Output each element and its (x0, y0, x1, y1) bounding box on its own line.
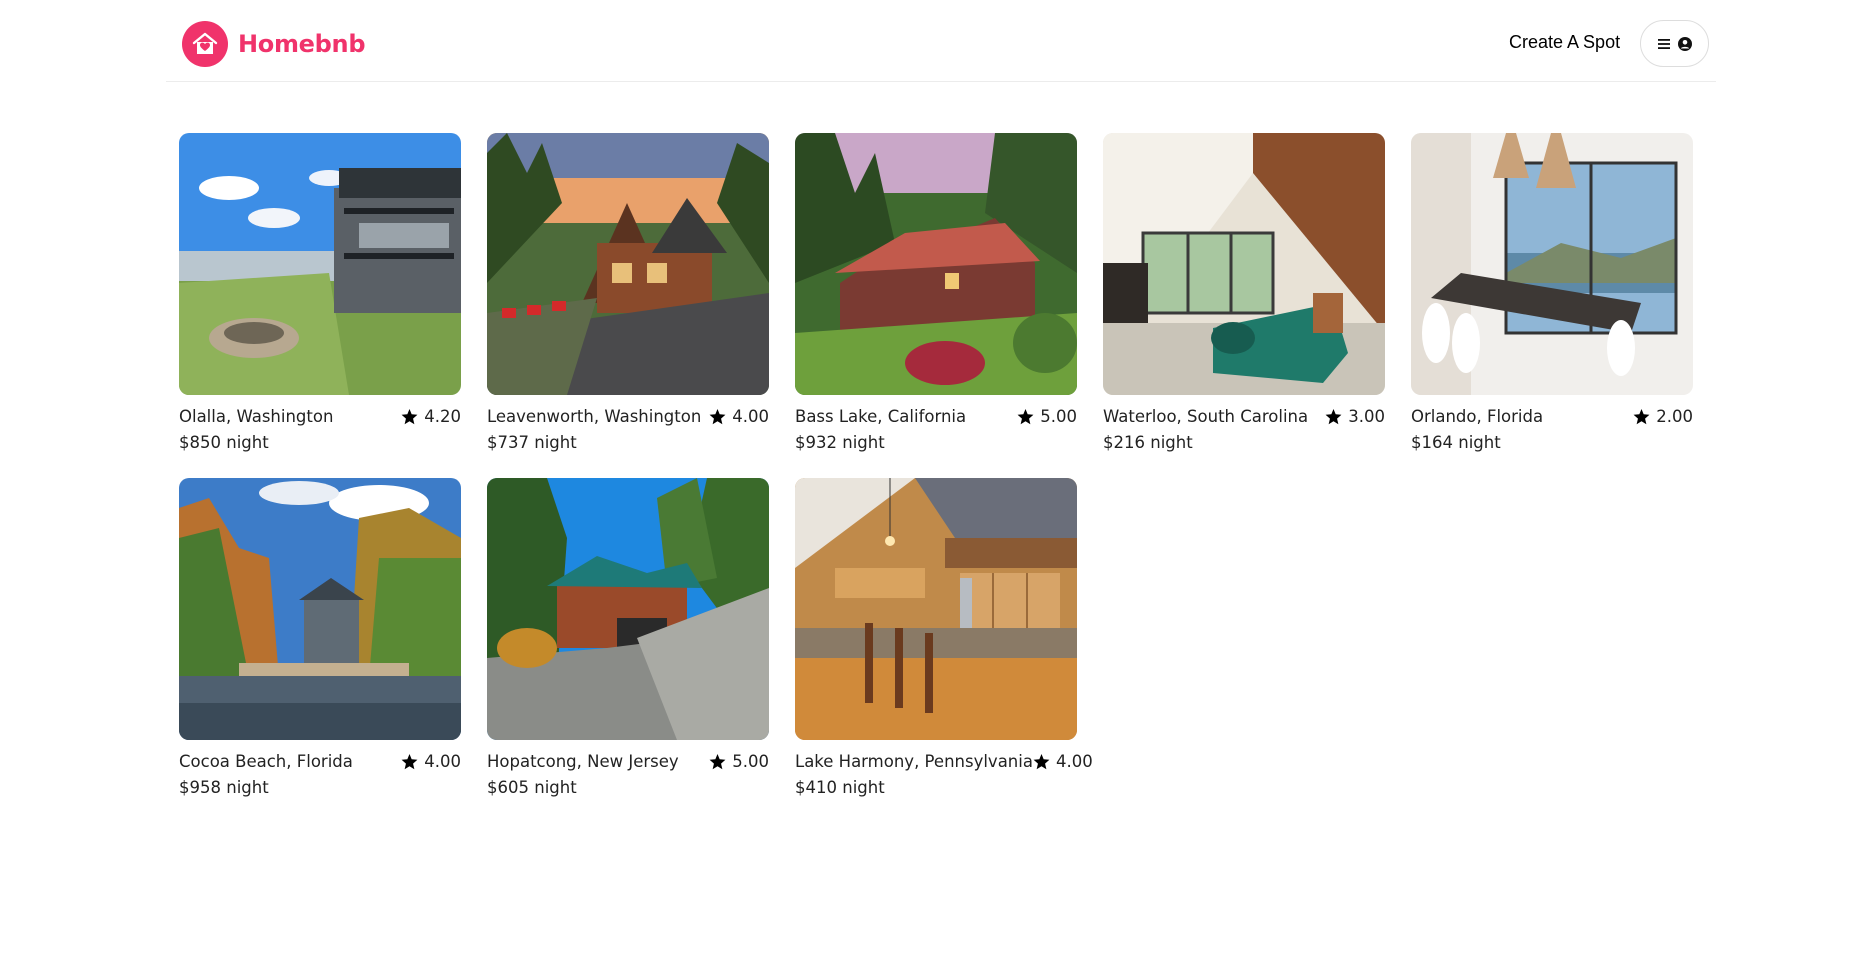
spot-price: $164 night (1411, 433, 1501, 452)
star-icon (1017, 409, 1034, 425)
star-icon (401, 409, 418, 425)
create-spot-link[interactable]: Create A Spot (1509, 32, 1620, 53)
spot-rating: 2.00 (1633, 406, 1693, 428)
spot-card[interactable]: Lake Harmony, Pennsylvania 4.00 $410 nig… (795, 478, 1093, 799)
spot-photo[interactable] (795, 133, 1077, 395)
rating-value: 3.00 (1348, 407, 1385, 426)
spot-card[interactable]: Orlando, Florida 2.00 $164 night (1411, 133, 1693, 454)
spot-photo[interactable] (487, 478, 769, 740)
house-heart-logo-icon (182, 21, 228, 67)
spot-photo[interactable] (179, 133, 461, 395)
top-nav: Homebnb Create A Spot (166, 0, 1716, 82)
spot-location: Waterloo, South Carolina (1103, 407, 1309, 426)
spot-card[interactable]: Waterloo, South Carolina 3.00 $216 night (1103, 133, 1385, 454)
star-icon (1633, 409, 1650, 425)
spot-price: $216 night (1103, 433, 1193, 452)
profile-menu-button[interactable] (1640, 20, 1709, 67)
spot-location: Hopatcong, New Jersey (487, 752, 679, 771)
spot-photo[interactable] (487, 133, 769, 395)
rating-value: 4.00 (1055, 752, 1093, 771)
brand-name: Homebnb (238, 30, 366, 58)
spot-photo[interactable] (795, 478, 1077, 740)
spot-price: $932 night (795, 433, 885, 452)
spot-photo[interactable] (1411, 133, 1693, 395)
spot-rating: 5.00 (1017, 406, 1077, 428)
spot-rating: 4.00 (1033, 751, 1093, 773)
spot-location: Bass Lake, California (795, 407, 967, 426)
spot-price: $410 night (795, 778, 885, 797)
spot-card[interactable]: Hopatcong, New Jersey 5.00 $605 night (487, 478, 769, 799)
spot-photo[interactable] (179, 478, 461, 740)
spot-location: Orlando, Florida (1411, 407, 1544, 426)
spot-card[interactable]: Bass Lake, California 5.00 $932 night (795, 133, 1077, 454)
user-circle-icon (1677, 36, 1692, 51)
spot-price: $850 night (179, 433, 269, 452)
spot-location: Olalla, Washington (179, 407, 334, 426)
spot-price: $605 night (487, 778, 577, 797)
spot-location: Cocoa Beach, Florida (179, 752, 353, 771)
rating-value: 5.00 (1040, 407, 1077, 426)
rating-value: 4.00 (732, 407, 769, 426)
spot-photo[interactable] (1103, 133, 1385, 395)
spot-location: Lake Harmony, Pennsylvania (795, 752, 1033, 771)
star-icon (401, 754, 418, 770)
page: Homebnb Create A Spot Olalla, Washington… (0, 0, 1860, 963)
hamburger-menu-icon (1657, 38, 1670, 49)
spot-rating: 5.00 (709, 751, 769, 773)
spot-card[interactable]: Cocoa Beach, Florida 4.00 $958 night (179, 478, 461, 799)
home-logo-link[interactable]: Homebnb (182, 21, 366, 67)
spot-location: Leavenworth, Washington (487, 407, 702, 426)
rating-value: 4.20 (424, 407, 461, 426)
rating-value: 2.00 (1656, 407, 1693, 426)
spot-price: $958 night (179, 778, 269, 797)
rating-value: 5.00 (732, 752, 769, 771)
spot-rating: 4.00 (709, 406, 769, 428)
star-icon (709, 754, 726, 770)
spots-grid: Olalla, Washington 4.20 $850 night Leave… (179, 133, 1719, 799)
spot-rating: 4.20 (401, 406, 461, 428)
spot-rating: 3.00 (1325, 406, 1385, 428)
star-icon (1033, 754, 1050, 770)
spot-card[interactable]: Olalla, Washington 4.20 $850 night (179, 133, 461, 454)
spot-price: $737 night (487, 433, 577, 452)
star-icon (1325, 409, 1342, 425)
rating-value: 4.00 (424, 752, 461, 771)
spot-card[interactable]: Leavenworth, Washington 4.00 $737 night (487, 133, 769, 454)
star-icon (709, 409, 726, 425)
spot-rating: 4.00 (401, 751, 461, 773)
